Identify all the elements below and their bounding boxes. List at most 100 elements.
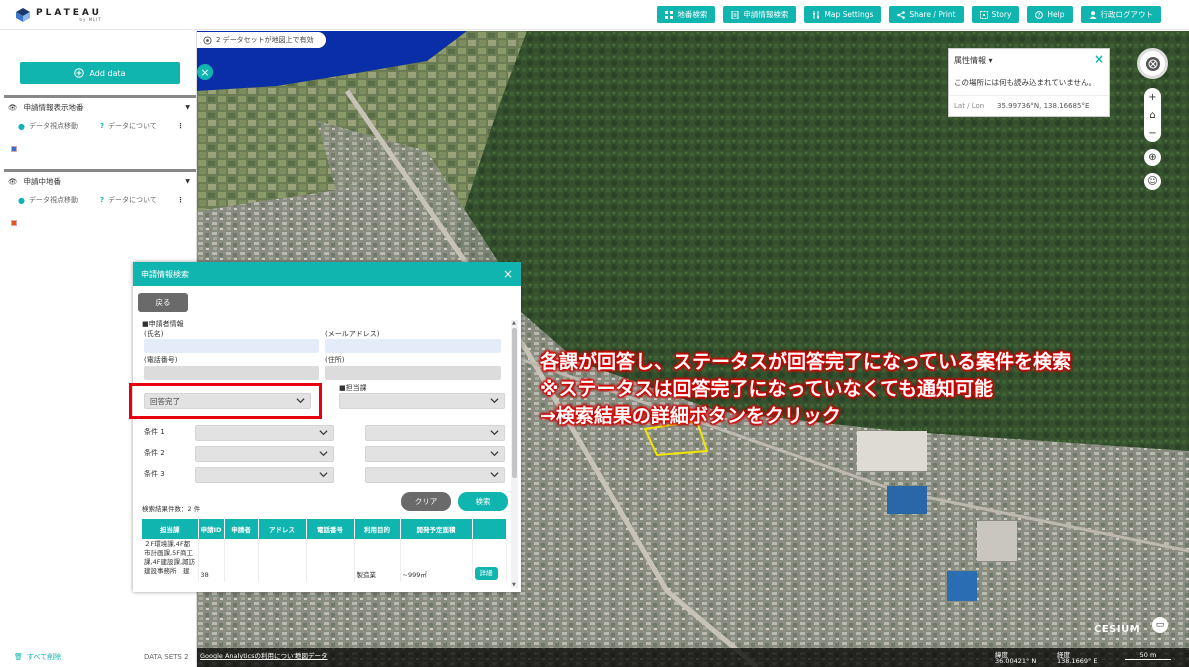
layer-title: 申請中地番	[23, 176, 62, 186]
dataset-count-text: 2 データセットが地図上で有効	[216, 36, 314, 44]
more-options-icon[interactable]: ⋮	[177, 122, 184, 130]
condition-3-select[interactable]	[195, 467, 334, 483]
condition-2-select[interactable]	[195, 446, 334, 462]
condition-3-label: 条件 3	[144, 470, 165, 478]
latlon-value: 35.99736°N, 138.16685°E	[997, 102, 1090, 110]
attribute-title[interactable]: 属性情報 ▾	[954, 55, 993, 66]
phone-cell	[306, 539, 355, 582]
column-header[interactable]: 申請者	[224, 519, 259, 539]
back-button[interactable]: 戻る	[138, 293, 188, 312]
home-icon[interactable]: ⌂	[1149, 110, 1155, 121]
dialog-scrollbar[interactable]: ▲ ▼	[511, 320, 518, 588]
instruction-annotation: 各課が回答し、ステータスが回答完了になっている案件を検索 ※ステータスは回答完了…	[540, 349, 1071, 430]
detail-cell: 詳細	[472, 539, 507, 582]
applicant-cell	[224, 539, 259, 582]
scroll-thumb[interactable]	[512, 328, 517, 478]
applicant-section-label: ■申請者情報	[142, 320, 184, 328]
condition-2-value-select[interactable]	[365, 446, 505, 462]
scroll-up-icon[interactable]: ▲	[512, 320, 516, 326]
person-icon: ☺	[1147, 176, 1158, 187]
crosshair-icon: ⊕	[1148, 152, 1157, 163]
column-header[interactable]: 電話番号	[306, 519, 355, 539]
phone-input[interactable]	[144, 366, 319, 380]
application-search-button[interactable]: 申請情報検索	[723, 6, 797, 23]
trash-icon: 🗑	[14, 653, 23, 661]
close-icon[interactable]: ×	[1094, 52, 1104, 66]
remove-all-button[interactable]: 🗑 すべて削除	[14, 652, 61, 662]
eye-icon[interactable]: 👁	[8, 177, 18, 186]
story-icon	[979, 10, 988, 19]
name-input[interactable]	[144, 339, 319, 353]
share-print-button[interactable]: Share / Print	[889, 6, 964, 23]
pedestrian-mode-button[interactable]: ☺	[1144, 173, 1161, 190]
results-table: 担当課 申請ID 申請者 アドレス 電話番号 利用目的 開発予定面積 ２F環境課…	[142, 519, 507, 582]
name-label: (氏名)	[144, 330, 164, 338]
column-header[interactable]: 担当課	[142, 519, 199, 539]
help-button[interactable]: ? Help	[1027, 6, 1073, 23]
compass-control[interactable]	[1137, 48, 1168, 79]
search-button[interactable]: 検索	[458, 492, 508, 511]
condition-1-select[interactable]	[195, 425, 334, 441]
detail-button[interactable]: 詳細	[474, 567, 498, 580]
more-options-icon[interactable]: ⋮	[177, 196, 184, 204]
condition-3-value-select[interactable]	[365, 467, 505, 483]
chevron-down-icon	[490, 430, 499, 436]
zoom-in-icon[interactable]: +	[1148, 92, 1156, 103]
department-cell: ２F環境課,4F都市計画課,5F商工課,4F建設課,諏訪建設事務所 建	[142, 539, 199, 582]
zoom-to-data-link[interactable]: データ視点移動	[29, 195, 78, 205]
column-header[interactable]: 開発予定面積	[400, 519, 473, 539]
my-location-button[interactable]: ⊕	[1144, 149, 1161, 166]
grid-icon	[665, 10, 674, 19]
chevron-down-icon	[490, 398, 499, 404]
layer-actions: ● データ視点移動 ? データについて ⋮	[4, 116, 196, 136]
chat-icon: ▭	[1155, 620, 1165, 630]
add-data-button[interactable]: Add data	[20, 62, 180, 84]
column-header[interactable]: 申請ID	[198, 519, 225, 539]
story-button[interactable]: Story	[971, 6, 1020, 23]
clear-button[interactable]: クリア	[401, 492, 451, 511]
column-header[interactable]: アドレス	[258, 519, 307, 539]
table-row: ２F環境課,4F都市計画課,5F商工課,4F建設課,諏訪建設事務所 建 38 製…	[142, 539, 507, 582]
document-icon	[731, 10, 739, 19]
map-data-link[interactable]: 地図データ	[295, 650, 328, 660]
close-icon[interactable]: ×	[503, 267, 513, 281]
address-input[interactable]	[325, 366, 501, 380]
legend-swatch	[11, 146, 17, 152]
zoom-to-data-link[interactable]: データ視点移動	[29, 121, 78, 131]
plus-circle-icon	[74, 68, 85, 78]
layer-item-pending-parcels: 👁 申請中地番 ▼ ● データ視点移動 ? データについて ⋮	[4, 169, 196, 241]
feedback-button[interactable]: ▭	[1152, 617, 1168, 633]
column-header[interactable]: 利用目的	[354, 519, 401, 539]
zoom-out-icon[interactable]: −	[1148, 128, 1156, 139]
status-highlight-box	[129, 383, 322, 419]
layers-icon	[203, 35, 212, 45]
remove-all-label: すべて削除	[26, 653, 62, 661]
map-settings-button[interactable]: Map Settings	[804, 6, 882, 23]
parcel-search-button[interactable]: 地番検索	[657, 6, 716, 23]
question-icon: ?	[99, 122, 105, 130]
close-panel-button[interactable]: ×	[197, 64, 213, 80]
department-label: ■担当課	[339, 384, 367, 392]
chevron-down-icon	[319, 430, 328, 436]
chevron-down-icon	[319, 472, 328, 478]
about-data-link[interactable]: データについて	[108, 195, 157, 205]
top-bar: PLATEAU by MLIT 地番検索 申請情報検索 Map Settings…	[0, 0, 1189, 30]
chevron-down-icon[interactable]: ▼	[185, 178, 190, 185]
google-analytics-link[interactable]: Google Analyticsの利用について	[200, 650, 300, 660]
chevron-down-icon[interactable]: ▼	[185, 104, 190, 111]
layer-item-application-parcels: 👁 申請情報表示地番 ▼ ● データ視点移動 ? データについて ⋮	[4, 95, 196, 167]
email-input[interactable]	[325, 339, 501, 353]
scroll-down-icon[interactable]: ▼	[512, 582, 516, 588]
admin-logout-button[interactable]: 行政ログアウト	[1080, 6, 1161, 23]
dialog-header: 申請情報検索 ×	[133, 262, 521, 286]
application-search-dialog: 申請情報検索 × 戻る ■申請者情報 (氏名) (メールアドレス) (電話番号)…	[133, 262, 521, 592]
eye-icon[interactable]: 👁	[8, 103, 18, 112]
purpose-cell: 製造業	[354, 539, 401, 582]
layer-header: 👁 申請情報表示地番 ▼	[4, 98, 196, 116]
layer-actions: ● データ視点移動 ? データについて ⋮	[4, 190, 196, 210]
attribute-message: この場所には何も読み込まれていません。	[954, 78, 1097, 87]
about-data-link[interactable]: データについて	[108, 121, 157, 131]
condition-1-value-select[interactable]	[365, 425, 505, 441]
department-select[interactable]	[339, 393, 505, 409]
share-icon	[897, 10, 906, 19]
